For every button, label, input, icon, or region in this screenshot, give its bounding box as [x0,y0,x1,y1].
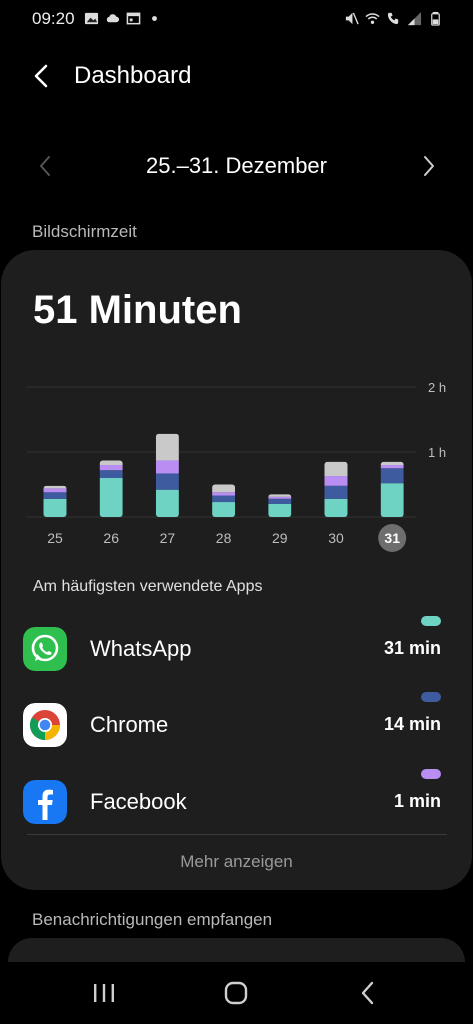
bar-segment-25-2 [43,488,67,493]
app-name: Chrome [90,712,169,737]
bar-segment-26-1 [99,470,123,478]
top-apps-heading: Am häufigsten verwendete Apps [33,578,263,595]
app-bar: Dashboard [0,52,473,100]
bar-segment-29-1 [268,498,292,504]
bar-segment-27-3 [155,433,179,461]
back-icon[interactable] [350,976,386,1010]
x-tick-label: 28 [216,530,232,546]
navigation-bar [0,962,473,1024]
bar-segment-26-3 [99,460,123,465]
recents-icon[interactable] [86,976,122,1010]
bar-segment-25-3 [43,485,67,489]
image-icon [84,12,99,25]
bar-segment-29-3 [268,494,292,497]
app-row-whatsapp[interactable]: WhatsApp 31 min [1,616,472,686]
calendar-icon [126,12,141,25]
bar-segment-29-0 [268,504,292,517]
bar-segment-25-1 [43,492,67,499]
app-usage-time: 1 min [393,791,441,811]
bar-segment-31-1 [380,468,404,484]
bar-segment-27-0 [155,489,179,517]
cloud-icon [106,14,120,23]
screen-time-total: 51 Minuten [33,288,242,332]
status-time: 09:20 [32,9,75,28]
bar-segment-28-1 [212,495,236,503]
x-tick-label: 31 [384,530,400,546]
screen-time-chart[interactable]: 1 h 2 h 25 26 27 28 29 30 31 [1,370,472,560]
bar-segment-31-3 [380,461,404,465]
bar-segment-25-0 [43,498,67,517]
facebook-color-pill [421,769,441,779]
x-tick-label: 25 [47,530,63,546]
y-tick-label: 2 h [428,380,446,395]
signal-icon [407,11,422,26]
bar-segment-27-2 [155,460,179,474]
bar-segment-29-2 [268,496,292,499]
bar-segment-26-2 [99,465,123,471]
battery-icon [431,11,440,26]
facebook-icon [23,780,67,824]
app-name: Facebook [90,789,187,814]
bar-segment-27-1 [155,473,179,490]
x-tick-label: 27 [160,530,176,546]
app-row-chrome[interactable]: Chrome 14 min [1,692,472,762]
screen-time-heading: Bildschirmzeit [32,222,137,241]
home-icon[interactable] [218,976,254,1010]
bar-segment-28-3 [212,484,236,493]
chrome-icon [23,703,67,747]
x-tick-label: 26 [103,530,119,546]
bar-segment-28-0 [212,502,236,517]
date-range-selector: 25.–31. Dezember [0,145,473,187]
bar-segment-30-3 [324,461,348,477]
status-bar: 09:20 [0,0,473,38]
app-name: WhatsApp [90,636,192,661]
mute-icon [345,12,359,25]
bar-segment-26-0 [99,478,123,517]
x-tick-label: 29 [272,530,288,546]
x-tick-label: 30 [328,530,344,546]
bar-segment-31-2 [380,465,404,469]
back-arrow-icon[interactable] [28,60,56,92]
bar-segment-30-1 [324,485,348,499]
bar-segment-28-2 [212,492,236,496]
wifi-icon [365,13,380,24]
app-row-facebook[interactable]: Facebook 1 min [1,769,472,839]
whatsapp-icon [23,627,67,671]
show-more-button[interactable]: Mehr anzeigen [1,852,472,872]
bar-segment-30-2 [324,476,348,486]
y-tick-label: 1 h [428,445,446,460]
date-range-label: 25.–31. Dezember [146,153,327,178]
wifi-call-icon [387,12,399,25]
app-usage-time: 14 min [383,714,441,734]
chrome-color-pill [421,692,441,702]
notifications-heading: Benachrichtigungen empfangen [32,910,273,929]
screen-time-card: 51 Minuten 1 h 2 h 25 26 27 28 29 30 31 Am häufi… [1,250,472,890]
page-title: Dashboard [74,62,192,89]
app-usage-time: 31 min [383,638,441,658]
bar-segment-31-0 [380,483,404,517]
bar-segment-30-0 [324,498,348,517]
dot-icon [152,16,157,21]
next-week-icon[interactable] [418,151,440,181]
divider [27,834,447,835]
whatsapp-color-pill [421,616,441,626]
